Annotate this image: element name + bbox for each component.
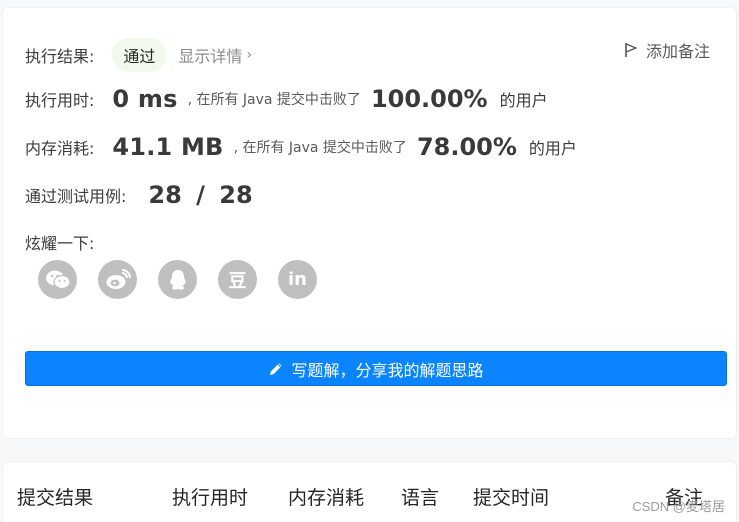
status-badge: 通过 — [112, 38, 167, 72]
write-solution-button[interactable]: 写题解，分享我的解题思路 — [25, 351, 727, 386]
add-note-label: 添加备注 — [645, 42, 710, 61]
runtime-value: 0 ms — [112, 85, 178, 113]
col-header-runtime[interactable]: 执行用时 — [172, 483, 248, 510]
show-details-link[interactable]: 显示详情 › — [178, 43, 252, 67]
douban-glyph: 豆 — [228, 270, 247, 292]
pencil-icon — [270, 362, 283, 375]
watermark: CSDN @麦塔居 — [632, 499, 725, 514]
result-label: 执行结果: — [25, 47, 95, 66]
runtime-label: 执行用时: — [25, 91, 95, 110]
runtime-percent: 100.00% — [370, 85, 488, 113]
col-header-language[interactable]: 语言 — [401, 483, 439, 510]
chevron-right-icon: › — [246, 47, 253, 63]
linkedin-icon[interactable]: in — [278, 260, 317, 299]
runtime-row: 执行用时: 0 ms , 在所有 Java 提交中击败了 100.00% 的用户 — [25, 85, 548, 113]
weibo-icon[interactable] — [98, 260, 137, 299]
col-header-memory[interactable]: 内存消耗 — [288, 483, 364, 510]
memory-beat-text: , 在所有 Java 提交中击败了 — [233, 140, 407, 156]
write-solution-label: 写题解，分享我的解题思路 — [291, 360, 484, 380]
share-row: 炫耀一下: — [25, 230, 94, 254]
result-row: 执行结果: 通过 显示详情 › — [25, 38, 252, 72]
submission-result-card: 执行结果: 通过 显示详情 › 添加备注 执行用时: 0 ms , 在所有 Ja… — [2, 7, 737, 439]
douban-icon[interactable]: 豆 — [218, 260, 257, 299]
share-icons: 豆 in — [38, 260, 338, 299]
runtime-beat-text: , 在所有 Java 提交中击败了 — [187, 92, 361, 108]
submissions-table-header: 提交结果 执行用时 内存消耗 语言 提交时间 备注 — [2, 461, 737, 522]
qq-icon[interactable] — [158, 260, 197, 299]
linkedin-glyph: in — [288, 269, 307, 290]
testcases-label: 通过测试用例: — [25, 187, 127, 206]
memory-percent: 78.00% — [416, 133, 517, 161]
col-header-result[interactable]: 提交结果 — [17, 483, 93, 510]
share-label: 炫耀一下: — [25, 234, 95, 253]
col-header-time[interactable]: 提交时间 — [473, 483, 549, 510]
runtime-users-text: 的用户 — [499, 91, 548, 110]
memory-users-text: 的用户 — [528, 139, 577, 158]
show-details-label: 显示详情 — [178, 47, 243, 66]
memory-label: 内存消耗: — [25, 139, 95, 158]
testcases-row: 通过测试用例: 28 / 28 — [25, 181, 253, 209]
wechat-icon[interactable] — [38, 260, 77, 299]
memory-row: 内存消耗: 41.1 MB , 在所有 Java 提交中击败了 78.00% 的… — [25, 133, 577, 161]
add-note-button[interactable]: 添加备注 — [624, 38, 710, 62]
testcases-value: 28 / 28 — [148, 181, 253, 209]
memory-value: 41.1 MB — [112, 133, 224, 161]
flag-icon — [625, 43, 637, 57]
